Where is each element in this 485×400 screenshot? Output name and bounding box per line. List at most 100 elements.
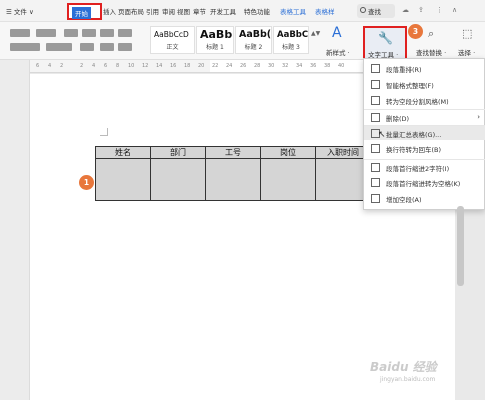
numbered-list-icon[interactable]	[36, 29, 56, 37]
style-heading-2[interactable]: AaBb( 标题 2	[235, 26, 272, 54]
ruler-tick: 4	[48, 63, 52, 69]
table-header-cell[interactable]: 部门	[150, 146, 206, 159]
menu-item-first-line-indent[interactable]: 段落首行缩进2字符(I)	[364, 159, 485, 174]
indent-spaces-icon	[371, 178, 380, 187]
cloud-icon[interactable]: ☁	[402, 6, 409, 14]
empty-para-icon	[371, 96, 380, 105]
ruler-tick: 2	[60, 63, 64, 69]
shading-icon[interactable]	[100, 43, 114, 51]
tab-section[interactable]: 章节	[193, 6, 206, 16]
menu-item-indent-to-spaces[interactable]: 段落首行缩进转为空格(K)	[364, 175, 485, 190]
ruler-tick: 36	[310, 63, 317, 69]
menu-item-label: 批量汇总表格(G)...	[386, 131, 442, 139]
search-box[interactable]: 查找	[357, 4, 395, 18]
border-icon[interactable]	[118, 43, 132, 51]
table-header-cell[interactable]: 姓名	[95, 146, 151, 159]
ruler-tick: 6	[36, 63, 40, 69]
tab-review[interactable]: 审阅	[162, 6, 175, 16]
table-header-cell[interactable]: 岗位	[260, 146, 316, 159]
tab-start-label: 开始	[72, 7, 91, 19]
tab-table-tools[interactable]: 表格工具	[280, 6, 306, 16]
tab-references[interactable]: 引用	[146, 6, 159, 16]
style-heading-3[interactable]: AaBbC 标题 3	[273, 26, 309, 54]
tab-start[interactable]: 开始	[67, 3, 102, 20]
menu-item-add-empty-para[interactable]: 增加空段(A)	[364, 191, 485, 206]
step-3-badge: 3	[408, 24, 423, 39]
menu-item-label: 段落首行缩进2字符(I)	[386, 165, 450, 173]
table-cell[interactable]	[260, 158, 316, 201]
tab-table-style[interactable]: 表格样	[315, 6, 335, 16]
left-rail	[0, 60, 30, 400]
text-tools-button[interactable]: 🔧 文字工具 ·	[363, 26, 407, 61]
table-cell[interactable]	[95, 158, 151, 201]
table-cell[interactable]	[150, 158, 206, 201]
menu-item-linebreak-to-return[interactable]: 换行符转为回车(B)	[364, 141, 485, 156]
ruler-tick: 18	[184, 63, 191, 69]
smart-format-icon	[371, 80, 380, 89]
ruler-tick: 24	[226, 63, 233, 69]
table-row	[95, 158, 371, 201]
file-menu-button[interactable]: ☰ 文件 ∨	[6, 6, 34, 16]
ruler-tick: 4	[92, 63, 96, 69]
sort-icon[interactable]	[100, 29, 114, 37]
new-style-button[interactable]: 新样式 ·	[326, 47, 350, 57]
paragraph-rearrange-icon	[371, 64, 380, 73]
share-icon[interactable]: ⇪	[418, 6, 424, 14]
tab-page-layout[interactable]: 页面布局	[118, 6, 144, 16]
submenu-arrow-icon: ›	[477, 113, 480, 121]
indent-increase-icon[interactable]	[82, 29, 96, 37]
find-replace-button[interactable]: 查找替换 ·	[416, 47, 446, 57]
justify-group-icon[interactable]	[46, 43, 72, 51]
style-normal[interactable]: AaBbCcD 正文	[150, 26, 195, 54]
ruler-tick: 10	[128, 63, 135, 69]
select-button[interactable]: 选择 ·	[458, 47, 475, 57]
ruler-tick: 40	[338, 63, 345, 69]
add-para-icon	[371, 194, 380, 203]
find-replace-icon: ⌕	[428, 27, 435, 40]
ruler-tick: 30	[268, 63, 275, 69]
search-label: 查找	[368, 8, 381, 16]
table-header-row: 姓名 部门 工号 岗位 入职时间	[95, 146, 371, 159]
tab-view[interactable]: 视图	[177, 6, 190, 16]
indent-decrease-icon[interactable]	[64, 29, 78, 37]
tab-dev-tools[interactable]: 开发工具	[210, 6, 236, 16]
style-heading-1[interactable]: AaBb 标题 1	[196, 26, 234, 54]
style-label: 标题 3	[282, 44, 300, 51]
mouse-cursor-icon: ↖	[378, 130, 386, 140]
menu-item-label: 删除(D)	[386, 115, 410, 123]
menu-item-label: 增加空段(A)	[386, 196, 422, 204]
show-marks-icon[interactable]	[118, 29, 132, 37]
ruler-tick: 16	[170, 63, 177, 69]
search-icon	[360, 7, 366, 13]
vertical-scrollbar[interactable]	[457, 206, 464, 286]
document-table[interactable]: 姓名 部门 工号 岗位 入职时间	[95, 146, 371, 201]
style-label: 标题 1	[206, 44, 224, 51]
collapse-ribbon-icon[interactable]: ∧	[452, 6, 457, 14]
style-sample: AaBb	[200, 28, 233, 41]
more-icon[interactable]: ⋮	[436, 6, 443, 14]
ruler-tick: 34	[296, 63, 303, 69]
select-icon: ⬚	[462, 27, 473, 40]
menu-item-paragraph-rearrange[interactable]: 段落重排(R)	[364, 61, 485, 76]
tab-special-features[interactable]: 特色功能	[244, 6, 270, 16]
ruler-tick: 2	[80, 63, 84, 69]
align-group-icon[interactable]	[10, 43, 40, 51]
menu-item-empty-para-style[interactable]: 转为空段分割风格(M)	[364, 93, 485, 108]
baidu-watermark: Baidu 经验	[370, 360, 437, 374]
menu-item-delete[interactable]: 删除(D) ›	[364, 109, 485, 124]
new-style-icon: A	[332, 25, 342, 41]
linebreak-icon	[371, 144, 380, 153]
line-spacing-icon[interactable]	[80, 43, 94, 51]
ruler-tick: 6	[104, 63, 108, 69]
table-header-cell[interactable]: 工号	[205, 146, 261, 159]
ruler-tick: 38	[324, 63, 331, 69]
styles-scroll-icon[interactable]: ▲▼	[311, 30, 320, 37]
style-label: 标题 2	[244, 44, 263, 51]
menu-item-label: 智能格式整理(F)	[386, 82, 434, 90]
menu-item-smart-format[interactable]: 智能格式整理(F)	[364, 77, 485, 92]
ruler-tick: 28	[254, 63, 261, 69]
baidu-watermark-url: jingyan.baidu.com	[380, 376, 436, 383]
tab-insert[interactable]: 插入	[103, 6, 116, 16]
table-cell[interactable]	[205, 158, 261, 201]
bullet-list-icon[interactable]	[10, 29, 30, 37]
